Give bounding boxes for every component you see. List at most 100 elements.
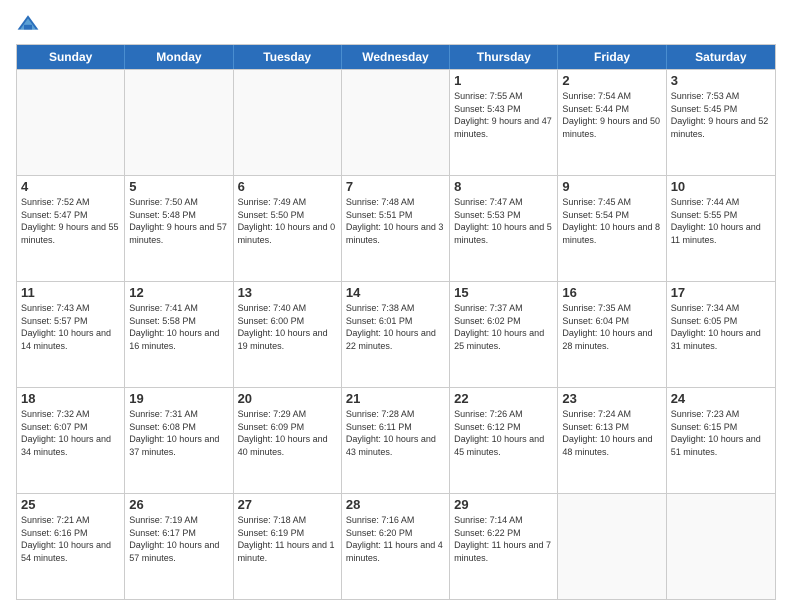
calendar-cell: 28 Sunrise: 7:16 AMSunset: 6:20 PMDayligh… [342, 494, 450, 599]
day-number: 24 [671, 391, 771, 406]
calendar-cell: 12 Sunrise: 7:41 AMSunset: 5:58 PMDayligh… [125, 282, 233, 387]
day-number: 8 [454, 179, 553, 194]
calendar-row: 11 Sunrise: 7:43 AMSunset: 5:57 PMDayligh… [17, 281, 775, 387]
day-number: 15 [454, 285, 553, 300]
calendar-cell: 29 Sunrise: 7:14 AMSunset: 6:22 PMDayligh… [450, 494, 558, 599]
calendar-cell: 14 Sunrise: 7:38 AMSunset: 6:01 PMDayligh… [342, 282, 450, 387]
calendar-cell: 18 Sunrise: 7:32 AMSunset: 6:07 PMDayligh… [17, 388, 125, 493]
day-info: Sunrise: 7:24 AMSunset: 6:13 PMDaylight:… [562, 408, 661, 458]
calendar-cell: 15Sunrise: 7:37 AMSunset: 6:02 PMDayligh… [450, 282, 558, 387]
day-number: 13 [238, 285, 337, 300]
calendar-cell: 3 Sunrise: 7:53 AMSunset: 5:45 PMDaylight… [667, 70, 775, 175]
day-info: Sunrise: 7:16 AMSunset: 6:20 PMDaylight:… [346, 514, 445, 564]
day-info: Sunrise: 7:44 AMSunset: 5:55 PMDaylight:… [671, 196, 771, 246]
day-number: 27 [238, 497, 337, 512]
day-number: 6 [238, 179, 337, 194]
calendar-header-cell: Tuesday [234, 45, 342, 69]
day-info: Sunrise: 7:26 AMSunset: 6:12 PMDaylight:… [454, 408, 553, 458]
day-number: 22 [454, 391, 553, 406]
day-number: 26 [129, 497, 228, 512]
day-info: Sunrise: 7:32 AMSunset: 6:07 PMDaylight:… [21, 408, 120, 458]
calendar-header-cell: Monday [125, 45, 233, 69]
day-info: Sunrise: 7:45 AMSunset: 5:54 PMDaylight:… [562, 196, 661, 246]
day-number: 10 [671, 179, 771, 194]
calendar-cell: 2 Sunrise: 7:54 AMSunset: 5:44 PMDaylight… [558, 70, 666, 175]
header [16, 12, 776, 36]
calendar-cell: 17 Sunrise: 7:34 AMSunset: 6:05 PMDayligh… [667, 282, 775, 387]
day-info: Sunrise: 7:49 AMSunset: 5:50 PMDaylight:… [238, 196, 337, 246]
calendar-row: 1 Sunrise: 7:55 AMSunset: 5:43 PMDaylight… [17, 69, 775, 175]
calendar-cell: 8 Sunrise: 7:47 AMSunset: 5:53 PMDaylight… [450, 176, 558, 281]
day-info: Sunrise: 7:21 AMSunset: 6:16 PMDaylight:… [21, 514, 120, 564]
logo [16, 12, 44, 36]
calendar-cell: 25 Sunrise: 7:21 AMSunset: 6:16 PMDayligh… [17, 494, 125, 599]
day-info: Sunrise: 7:19 AMSunset: 6:17 PMDaylight:… [129, 514, 228, 564]
calendar-header-cell: Sunday [17, 45, 125, 69]
calendar-row: 4 Sunrise: 7:52 AMSunset: 5:47 PMDaylight… [17, 175, 775, 281]
calendar-header: SundayMondayTuesdayWednesdayThursdayFrid… [17, 45, 775, 69]
day-number: 16 [562, 285, 661, 300]
day-info: Sunrise: 7:53 AMSunset: 5:45 PMDaylight:… [671, 90, 771, 140]
day-number: 11 [21, 285, 120, 300]
day-number: 5 [129, 179, 228, 194]
calendar-cell: 20 Sunrise: 7:29 AMSunset: 6:09 PMDayligh… [234, 388, 342, 493]
calendar-cell: 11 Sunrise: 7:43 AMSunset: 5:57 PMDayligh… [17, 282, 125, 387]
calendar-cell: 16 Sunrise: 7:35 AMSunset: 6:04 PMDayligh… [558, 282, 666, 387]
day-info: Sunrise: 7:14 AMSunset: 6:22 PMDaylight:… [454, 514, 553, 564]
calendar-cell: 23Sunrise: 7:24 AMSunset: 6:13 PMDayligh… [558, 388, 666, 493]
day-info: Sunrise: 7:40 AMSunset: 6:00 PMDaylight:… [238, 302, 337, 352]
day-number: 4 [21, 179, 120, 194]
calendar-header-cell: Saturday [667, 45, 775, 69]
calendar-cell [558, 494, 666, 599]
page: SundayMondayTuesdayWednesdayThursdayFrid… [0, 0, 792, 612]
calendar-cell: 4 Sunrise: 7:52 AMSunset: 5:47 PMDaylight… [17, 176, 125, 281]
calendar-cell: 10 Sunrise: 7:44 AMSunset: 5:55 PMDayligh… [667, 176, 775, 281]
calendar-cell: 1 Sunrise: 7:55 AMSunset: 5:43 PMDaylight… [450, 70, 558, 175]
day-info: Sunrise: 7:55 AMSunset: 5:43 PMDaylight:… [454, 90, 553, 140]
day-number: 28 [346, 497, 445, 512]
calendar-cell: 7Sunrise: 7:48 AMSunset: 5:51 PMDaylight… [342, 176, 450, 281]
calendar-cell: 21Sunrise: 7:28 AMSunset: 6:11 PMDayligh… [342, 388, 450, 493]
logo-icon [16, 12, 40, 36]
calendar-cell [125, 70, 233, 175]
calendar-cell: 6 Sunrise: 7:49 AMSunset: 5:50 PMDaylight… [234, 176, 342, 281]
day-info: Sunrise: 7:41 AMSunset: 5:58 PMDaylight:… [129, 302, 228, 352]
day-number: 12 [129, 285, 228, 300]
day-info: Sunrise: 7:38 AMSunset: 6:01 PMDaylight:… [346, 302, 445, 352]
day-number: 29 [454, 497, 553, 512]
calendar-header-cell: Thursday [450, 45, 558, 69]
day-info: Sunrise: 7:23 AMSunset: 6:15 PMDaylight:… [671, 408, 771, 458]
day-info: Sunrise: 7:52 AMSunset: 5:47 PMDaylight:… [21, 196, 120, 246]
day-number: 1 [454, 73, 553, 88]
day-info: Sunrise: 7:50 AMSunset: 5:48 PMDaylight:… [129, 196, 228, 246]
calendar: SundayMondayTuesdayWednesdayThursdayFrid… [16, 44, 776, 600]
day-number: 21 [346, 391, 445, 406]
day-number: 20 [238, 391, 337, 406]
calendar-cell: 13 Sunrise: 7:40 AMSunset: 6:00 PMDayligh… [234, 282, 342, 387]
calendar-cell: 9Sunrise: 7:45 AMSunset: 5:54 PMDaylight… [558, 176, 666, 281]
calendar-row: 18 Sunrise: 7:32 AMSunset: 6:07 PMDayligh… [17, 387, 775, 493]
calendar-cell: 22 Sunrise: 7:26 AMSunset: 6:12 PMDayligh… [450, 388, 558, 493]
day-info: Sunrise: 7:34 AMSunset: 6:05 PMDaylight:… [671, 302, 771, 352]
calendar-cell: 26 Sunrise: 7:19 AMSunset: 6:17 PMDayligh… [125, 494, 233, 599]
day-info: Sunrise: 7:47 AMSunset: 5:53 PMDaylight:… [454, 196, 553, 246]
day-info: Sunrise: 7:29 AMSunset: 6:09 PMDaylight:… [238, 408, 337, 458]
day-number: 19 [129, 391, 228, 406]
day-number: 3 [671, 73, 771, 88]
day-number: 25 [21, 497, 120, 512]
day-number: 14 [346, 285, 445, 300]
calendar-body: 1 Sunrise: 7:55 AMSunset: 5:43 PMDaylight… [17, 69, 775, 599]
day-number: 2 [562, 73, 661, 88]
day-info: Sunrise: 7:35 AMSunset: 6:04 PMDaylight:… [562, 302, 661, 352]
day-info: Sunrise: 7:43 AMSunset: 5:57 PMDaylight:… [21, 302, 120, 352]
day-info: Sunrise: 7:18 AMSunset: 6:19 PMDaylight:… [238, 514, 337, 564]
calendar-cell [17, 70, 125, 175]
calendar-cell: 19Sunrise: 7:31 AMSunset: 6:08 PMDayligh… [125, 388, 233, 493]
day-info: Sunrise: 7:54 AMSunset: 5:44 PMDaylight:… [562, 90, 661, 140]
day-number: 7 [346, 179, 445, 194]
day-number: 17 [671, 285, 771, 300]
calendar-cell [342, 70, 450, 175]
day-number: 18 [21, 391, 120, 406]
calendar-header-cell: Friday [558, 45, 666, 69]
calendar-cell: 5 Sunrise: 7:50 AMSunset: 5:48 PMDaylight… [125, 176, 233, 281]
